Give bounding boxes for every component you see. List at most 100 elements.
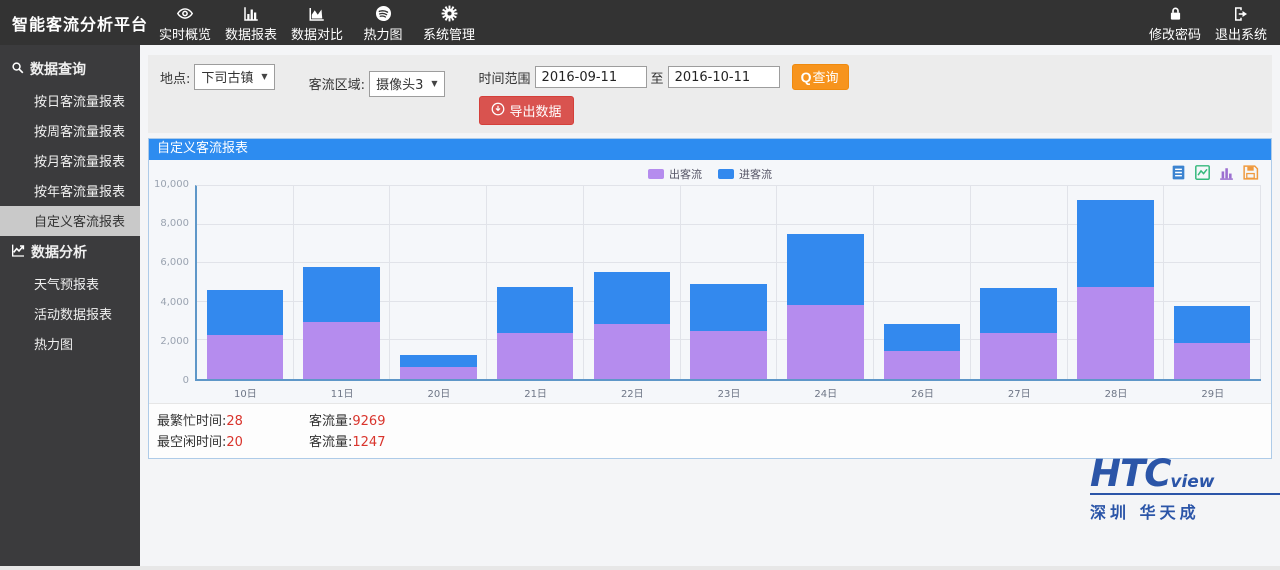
- y-axis-label: 4,000: [160, 297, 189, 308]
- toolbox-line-chart-icon[interactable]: [1194, 164, 1211, 181]
- bar-segment-进客流: [1174, 306, 1251, 342]
- bar-group-3: [487, 186, 584, 379]
- bar-segment-进客流: [400, 355, 477, 367]
- time-range-label: 时间范围: [479, 68, 531, 87]
- nav-label-logout: 退出系统: [1215, 24, 1267, 43]
- filter-bar: 地点: 下司古镇 ▼ 客流区域: 摄像头3 ▼ 时间范围 至: [148, 55, 1272, 133]
- summary-value: 9269: [352, 414, 385, 429]
- bar-segment-出客流: [980, 333, 1057, 379]
- bar-stack-9: [1077, 186, 1154, 379]
- summary-label: 最空闲时间:: [157, 435, 226, 450]
- summary-value: 20: [226, 435, 243, 450]
- nav-data-reports[interactable]: 数据报表: [218, 0, 284, 45]
- summary-label: 客流量:: [309, 414, 352, 429]
- search-icon: Q: [801, 69, 812, 85]
- bar-segment-进客流: [207, 290, 284, 335]
- brand-logo: HTC view 深圳 华天成: [1090, 457, 1280, 523]
- bar-group-8: [971, 186, 1068, 379]
- lock-icon: [1167, 4, 1184, 23]
- sidebar-item-heatmap-report[interactable]: 热力图: [0, 329, 140, 359]
- download-icon: [491, 102, 505, 119]
- y-axis-label: 8,000: [160, 218, 189, 229]
- bar-group-4: [584, 186, 681, 379]
- y-axis-label: 2,000: [160, 336, 189, 347]
- y-axis-label: 6,000: [160, 257, 189, 268]
- nav-system-management[interactable]: 系统管理: [416, 0, 482, 45]
- bar-segment-出客流: [207, 335, 284, 379]
- toolbox-bar-chart-icon[interactable]: [1218, 164, 1235, 181]
- bar-stack-6: [787, 186, 864, 379]
- end-date-input[interactable]: [668, 66, 780, 88]
- sidebar-item-yearly-flow-report[interactable]: 按年客流量报表: [0, 176, 140, 206]
- start-date-input[interactable]: [535, 66, 647, 88]
- summary-value: 1247: [352, 435, 385, 450]
- sidebar-item-weather-forecast-report[interactable]: 天气预报表: [0, 269, 140, 299]
- top-nav: 实时概览数据报表数据对比热力图系统管理: [152, 0, 482, 45]
- bar-stack-4: [594, 186, 671, 379]
- nav-logout[interactable]: 退出系统: [1208, 0, 1274, 45]
- bar-group-1: [294, 186, 391, 379]
- export-data-button[interactable]: 导出数据: [479, 96, 574, 125]
- location-select[interactable]: 下司古镇 ▼: [194, 64, 274, 90]
- bar-segment-进客流: [690, 284, 767, 331]
- bar-segment-出客流: [1174, 343, 1251, 379]
- bar-segment-出客流: [690, 331, 767, 379]
- sidebar-item-daily-flow-report[interactable]: 按日客流量报表: [0, 86, 140, 116]
- sidebar-item-activity-data-report[interactable]: 活动数据报表: [0, 299, 140, 329]
- sidebar-section-data-query: 数据查询: [0, 53, 140, 86]
- summary-pair: 最繁忙时间:28: [157, 410, 309, 429]
- sidebar: 数据查询按日客流量报表按周客流量报表按月客流量报表按年客流量报表自定义客流报表数…: [0, 45, 140, 566]
- camera-select-value: 摄像头3: [376, 74, 423, 93]
- sidebar-item-monthly-flow-report[interactable]: 按月客流量报表: [0, 146, 140, 176]
- legend-label: 进客流: [739, 166, 772, 182]
- area-label: 客流区域:: [309, 78, 365, 93]
- gear-icon: [440, 4, 459, 23]
- top-bar: 智能客流分析平台 实时概览数据报表数据对比热力图系统管理 修改密码退出系统: [0, 0, 1280, 45]
- line-chart-icon: [10, 242, 26, 262]
- bar-stack-10: [1174, 186, 1251, 379]
- x-axis-label: 24日: [777, 385, 874, 399]
- app-title: 智能客流分析平台: [0, 0, 152, 45]
- query-button[interactable]: Q 查询: [792, 64, 850, 90]
- bar-stack-0: [207, 186, 284, 379]
- legend-item-0[interactable]: 出客流: [648, 166, 702, 182]
- nav-realtime-overview[interactable]: 实时概览: [152, 0, 218, 45]
- plot-area: [195, 185, 1261, 381]
- bar-group-0: [197, 186, 294, 379]
- x-axis-label: 22日: [584, 385, 681, 399]
- camera-select[interactable]: 摄像头3 ▼: [369, 71, 444, 97]
- bar-segment-进客流: [1077, 200, 1154, 287]
- search-icon: [10, 60, 25, 79]
- summary-pair: 最空闲时间:20: [157, 431, 309, 450]
- y-axis-label: 0: [183, 375, 189, 386]
- nav-data-comparison[interactable]: 数据对比: [284, 0, 350, 45]
- top-spacer: [482, 0, 1142, 45]
- x-axis: 10日11日20日21日22日23日24日26日27日28日29日: [197, 381, 1261, 399]
- x-axis-label: 23日: [681, 385, 778, 399]
- dataview-icon[interactable]: [1170, 164, 1187, 181]
- x-axis-label: 20日: [390, 385, 487, 399]
- chevron-down-icon: ▼: [261, 72, 267, 81]
- location-select-value: 下司古镇: [201, 67, 253, 86]
- nav-change-password[interactable]: 修改密码: [1142, 0, 1208, 45]
- bar-stack-1: [303, 186, 380, 379]
- chevron-down-icon: ▼: [431, 79, 437, 88]
- bar-segment-出客流: [400, 367, 477, 379]
- bar-group-2: [390, 186, 487, 379]
- sidebar-item-weekly-flow-report[interactable]: 按周客流量报表: [0, 116, 140, 146]
- location-label: 地点:: [160, 68, 190, 87]
- legend-item-1[interactable]: 进客流: [718, 166, 772, 182]
- main-content: 地点: 下司古镇 ▼ 客流区域: 摄像头3 ▼ 时间范围 至: [140, 45, 1280, 566]
- x-axis-label: 26日: [874, 385, 971, 399]
- nav-heatmap[interactable]: 热力图: [350, 0, 416, 45]
- sidebar-item-custom-flow-report[interactable]: 自定义客流报表: [0, 206, 140, 236]
- bar-group-5: [681, 186, 778, 379]
- eye-icon: [174, 4, 196, 23]
- save-image-icon[interactable]: [1242, 164, 1259, 181]
- summary-row-0: 最繁忙时间:28客流量:9269: [157, 409, 1263, 430]
- x-axis-label: 11日: [294, 385, 391, 399]
- panel-title: 自定义客流报表: [149, 139, 1271, 160]
- export-button-label: 导出数据: [510, 101, 562, 120]
- heatmap-icon: [374, 4, 393, 23]
- nav-label-data-reports: 数据报表: [225, 24, 277, 43]
